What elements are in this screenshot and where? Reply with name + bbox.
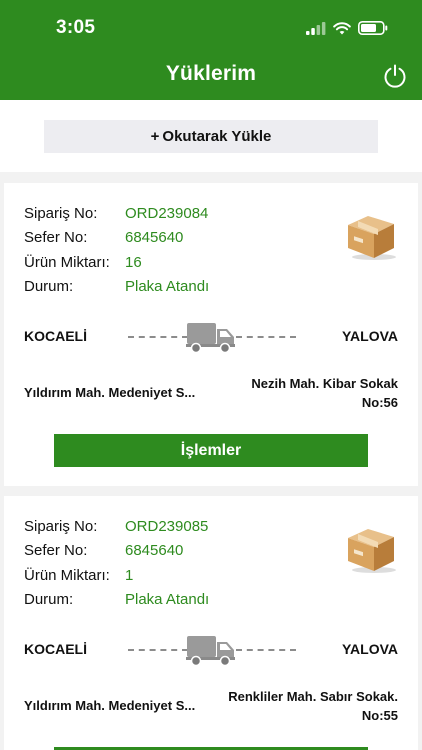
- origin-city: KOCAELİ: [24, 328, 87, 344]
- order-no-label: Sipariş No:: [24, 518, 98, 535]
- plus-icon: +: [150, 128, 160, 145]
- destination-address-line1: Renkliler Mah. Sabır Sokak.: [228, 689, 398, 704]
- destination-address-line1: Nezih Mah. Kibar Sokak: [251, 376, 398, 391]
- status-label: Durum:: [24, 278, 74, 295]
- route-dash-left: [128, 336, 188, 338]
- destination-address: Nezih Mah. Kibar Sokak No:56: [198, 374, 398, 412]
- quantity-label: Ürün Miktarı:: [24, 567, 110, 584]
- order-card: Sipariş No: ORD239084 Sefer No: 6845640 …: [4, 183, 418, 486]
- app-header: 3:05 Yüklerim: [0, 0, 422, 100]
- destination-address: Renkliler Mah. Sabır Sokak. No:55: [198, 687, 398, 725]
- package-box-icon: [348, 216, 396, 260]
- order-no-value: ORD239085: [125, 518, 209, 535]
- quantity-value: 1: [125, 567, 134, 584]
- battery-icon: [358, 21, 388, 35]
- origin-city: KOCAELİ: [24, 641, 87, 657]
- route-dash-right: [236, 649, 296, 651]
- trip-no-label: Sefer No:: [24, 542, 88, 559]
- route-row: KOCAELİ YALOVA: [24, 320, 398, 354]
- destination-address-line2: No:56: [361, 395, 398, 410]
- trip-no-value: 6845640: [125, 229, 184, 246]
- truck-icon: [186, 323, 235, 354]
- trip-no-value: 6845640: [125, 542, 184, 559]
- actions-button[interactable]: İşlemler: [54, 434, 368, 467]
- status-icons: [306, 21, 388, 35]
- scan-load-label: Okutarak Yükle: [162, 128, 272, 145]
- status-value: Plaka Atandı: [125, 591, 210, 608]
- quantity-label: Ürün Miktarı:: [24, 254, 110, 271]
- scan-area: + Okutarak Yükle: [0, 100, 422, 172]
- route-dash-left: [128, 649, 188, 651]
- status-value: Plaka Atandı: [125, 278, 210, 295]
- destination-address-line2: No:55: [361, 708, 398, 723]
- order-card: Sipariş No: ORD239085 Sefer No: 6845640 …: [4, 496, 418, 750]
- origin-address: Yıldırım Mah. Medeniyet S...: [24, 698, 196, 713]
- package-box-icon: [348, 529, 396, 573]
- order-no-value: ORD239084: [125, 205, 209, 222]
- trip-no-label: Sefer No:: [24, 229, 88, 246]
- origin-address: Yıldırım Mah. Medeniyet S...: [24, 385, 196, 400]
- route-dash-right: [236, 336, 296, 338]
- status-time: 3:05: [56, 17, 96, 38]
- scan-load-button[interactable]: + Okutarak Yükle: [44, 120, 378, 153]
- destination-city: YALOVA: [341, 641, 398, 657]
- quantity-value: 16: [125, 254, 142, 271]
- truck-icon: [186, 636, 235, 667]
- destination-city: YALOVA: [341, 328, 398, 344]
- status-label: Durum:: [24, 591, 74, 608]
- order-no-label: Sipariş No:: [24, 205, 98, 222]
- power-icon[interactable]: [382, 63, 408, 89]
- wifi-icon: [333, 21, 351, 34]
- status-bar: 3:05: [0, 0, 422, 54]
- page-title: Yüklerim: [165, 62, 257, 85]
- cellular-signal-icon: [306, 21, 326, 35]
- route-row: KOCAELİ YALOVA: [24, 633, 398, 667]
